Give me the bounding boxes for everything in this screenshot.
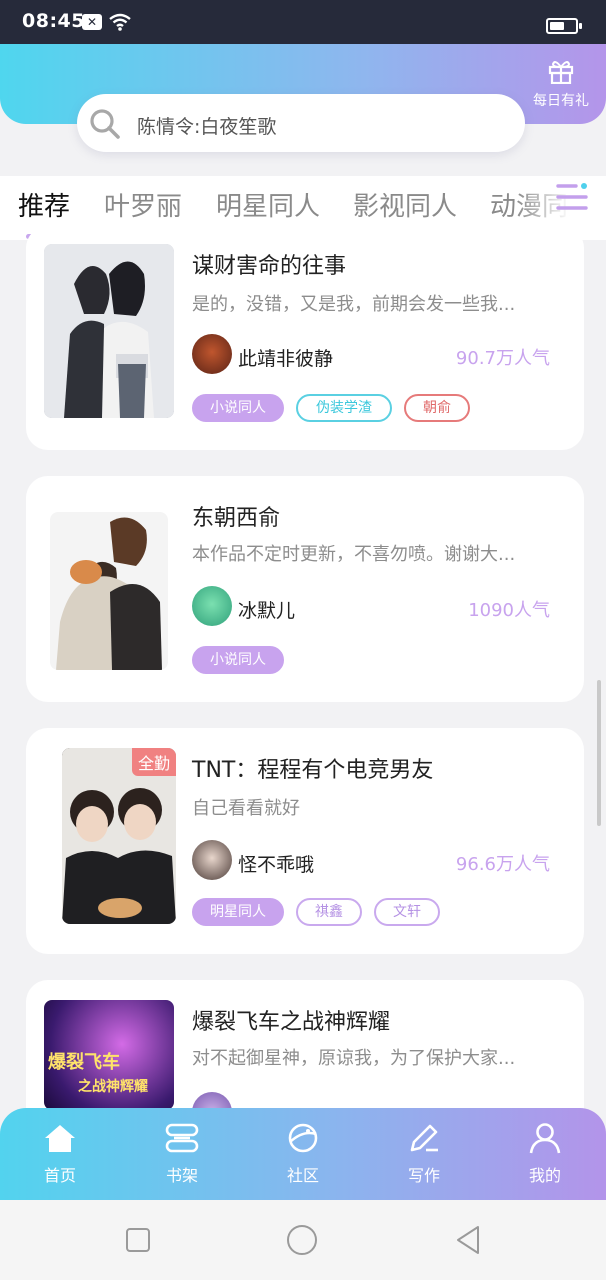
cover-illustration: [50, 512, 168, 670]
nav-home[interactable]: 首页: [15, 1122, 105, 1192]
nav-label: 书架: [165, 1166, 198, 1185]
book-cover: [50, 512, 168, 670]
popularity-count: 90.7万人气: [455, 348, 550, 369]
person-icon: [529, 1123, 561, 1154]
tag[interactable]: 文轩: [374, 898, 440, 926]
book-title: 东朝西俞: [192, 506, 281, 531]
popularity-count: 96.6万人气: [455, 854, 550, 875]
tab-film-fanfic[interactable]: 影视同人: [353, 186, 457, 223]
nav-profile[interactable]: 我的: [500, 1122, 590, 1192]
gift-icon: [548, 61, 574, 85]
avatar[interactable]: [192, 334, 232, 374]
status-time: 08:45: [22, 10, 85, 32]
book-cover: 爆裂飞车 之战神辉耀: [44, 1000, 174, 1110]
notification-icon: ✕: [82, 14, 102, 30]
tag[interactable]: 小说同人: [192, 646, 284, 674]
author-name[interactable]: 冰默儿: [238, 596, 295, 623]
book-card[interactable]: 谋财害命的往事 是的，没错，又是我，前期会发一些我... 此靖非彼静 90.7万…: [26, 226, 584, 450]
search-icon: [90, 109, 120, 139]
book-card[interactable]: 全勤 TNT：程程有个电竞男友 自己看看就好 怪不乖哦 96.6万人气 明星同人…: [26, 728, 584, 954]
system-nav-bar: [0, 1200, 606, 1280]
home-icon: [45, 1125, 75, 1152]
book-description: 自己看看就好: [192, 798, 300, 819]
planet-icon: [288, 1123, 318, 1153]
scrollbar[interactable]: [597, 680, 601, 826]
book-description: 是的，没错，又是我，前期会发一些我...: [192, 294, 516, 315]
book-description: 本作品不定时更新，不喜勿喷。谢谢大...: [192, 544, 516, 565]
nav-label: 我的: [528, 1166, 561, 1185]
search-input[interactable]: 陈情令:白夜笙歌: [77, 94, 525, 152]
tag[interactable]: 祺鑫: [296, 898, 362, 926]
nav-community[interactable]: 社区: [258, 1122, 348, 1192]
tag[interactable]: 伪装学渣: [296, 394, 392, 422]
cover-text: 爆裂飞车: [48, 1052, 120, 1073]
book-cover: [44, 244, 174, 418]
bottom-nav: 首页 书架 社区 写作 我的: [0, 1108, 606, 1200]
tab-yeluoli[interactable]: 叶罗丽: [104, 186, 182, 223]
daily-gift-button[interactable]: 每日有礼: [526, 58, 596, 114]
avatar[interactable]: [192, 840, 232, 880]
tag[interactable]: 小说同人: [192, 394, 284, 422]
cover-illustration: [44, 244, 174, 418]
author-name[interactable]: 此靖非彼静: [238, 344, 333, 371]
book-cover: 全勤: [62, 748, 176, 924]
status-bar: 08:45 ✕: [0, 0, 606, 44]
tag[interactable]: 朝俞: [404, 394, 470, 422]
cover-text: 之战神辉耀: [78, 1079, 148, 1095]
popularity-count: 1090人气: [468, 600, 550, 621]
book-description: 对不起御星神，原谅我，为了保护大家...: [192, 1048, 516, 1069]
avatar[interactable]: [192, 586, 232, 626]
tab-recommend[interactable]: 推荐: [18, 186, 70, 223]
book-title: TNT：程程有个电竞男友: [192, 758, 434, 783]
recent-apps-icon[interactable]: [124, 1226, 152, 1254]
pen-icon: [410, 1124, 438, 1152]
book-title: 爆裂飞车之战神辉耀: [192, 1010, 391, 1035]
tab-celebrity-fanfic[interactable]: 明星同人: [216, 186, 320, 223]
tag[interactable]: 明星同人: [192, 898, 284, 926]
book-title: 谋财害命的往事: [192, 254, 347, 279]
search-placeholder: 陈情令:白夜笙歌: [137, 116, 277, 138]
back-icon[interactable]: [454, 1224, 484, 1256]
nav-label: 写作: [407, 1166, 440, 1185]
author-name[interactable]: 怪不乖哦: [238, 850, 314, 877]
bookshelf-icon: [165, 1123, 199, 1153]
nav-label: 社区: [286, 1166, 319, 1185]
gift-label: 每日有礼: [533, 93, 589, 109]
full-attendance-badge: 全勤: [131, 748, 176, 776]
menu-icon[interactable]: [556, 182, 592, 214]
home-button-icon[interactable]: [286, 1224, 318, 1256]
wifi-icon: [109, 13, 131, 31]
book-card[interactable]: 东朝西俞 本作品不定时更新，不喜勿喷。谢谢大... 冰默儿 1090人气 小说同…: [26, 476, 584, 702]
nav-label: 首页: [43, 1166, 76, 1185]
battery-icon: [546, 18, 582, 34]
nav-write[interactable]: 写作: [379, 1122, 469, 1192]
nav-bookshelf[interactable]: 书架: [137, 1122, 227, 1192]
